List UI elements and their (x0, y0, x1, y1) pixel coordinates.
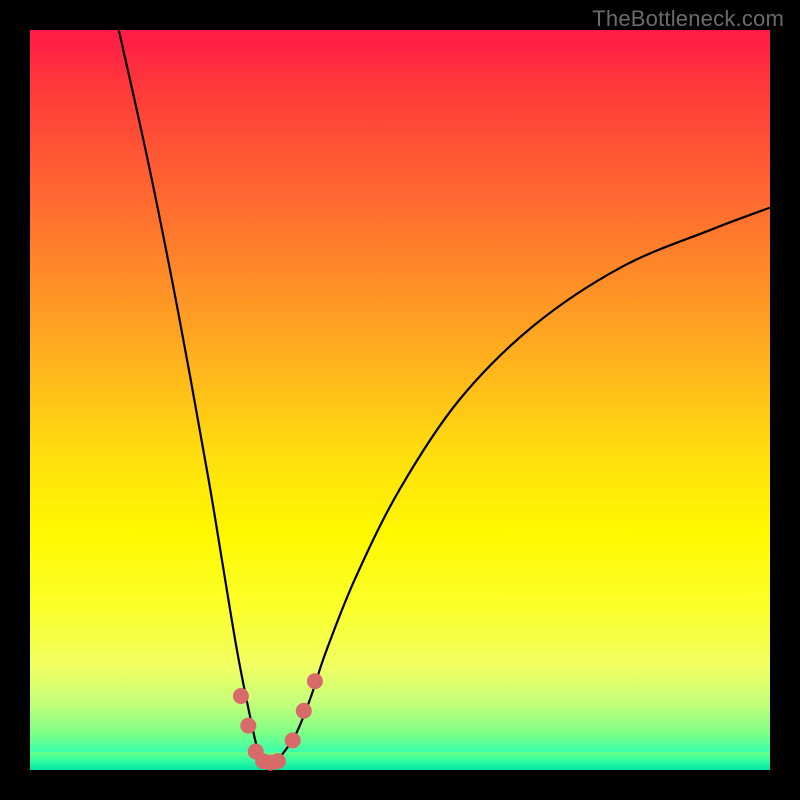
highlight-point (270, 753, 286, 769)
highlight-point (233, 688, 249, 704)
highlight-markers (233, 673, 323, 770)
highlight-point (296, 703, 312, 719)
bottleneck-curve (119, 30, 770, 764)
chart-svg (30, 30, 770, 770)
plot-area (30, 30, 770, 770)
chart-frame: TheBottleneck.com (0, 0, 800, 800)
highlight-point (307, 673, 323, 689)
highlight-point (240, 718, 256, 734)
highlight-point (285, 732, 301, 748)
watermark-text: TheBottleneck.com (592, 6, 784, 32)
